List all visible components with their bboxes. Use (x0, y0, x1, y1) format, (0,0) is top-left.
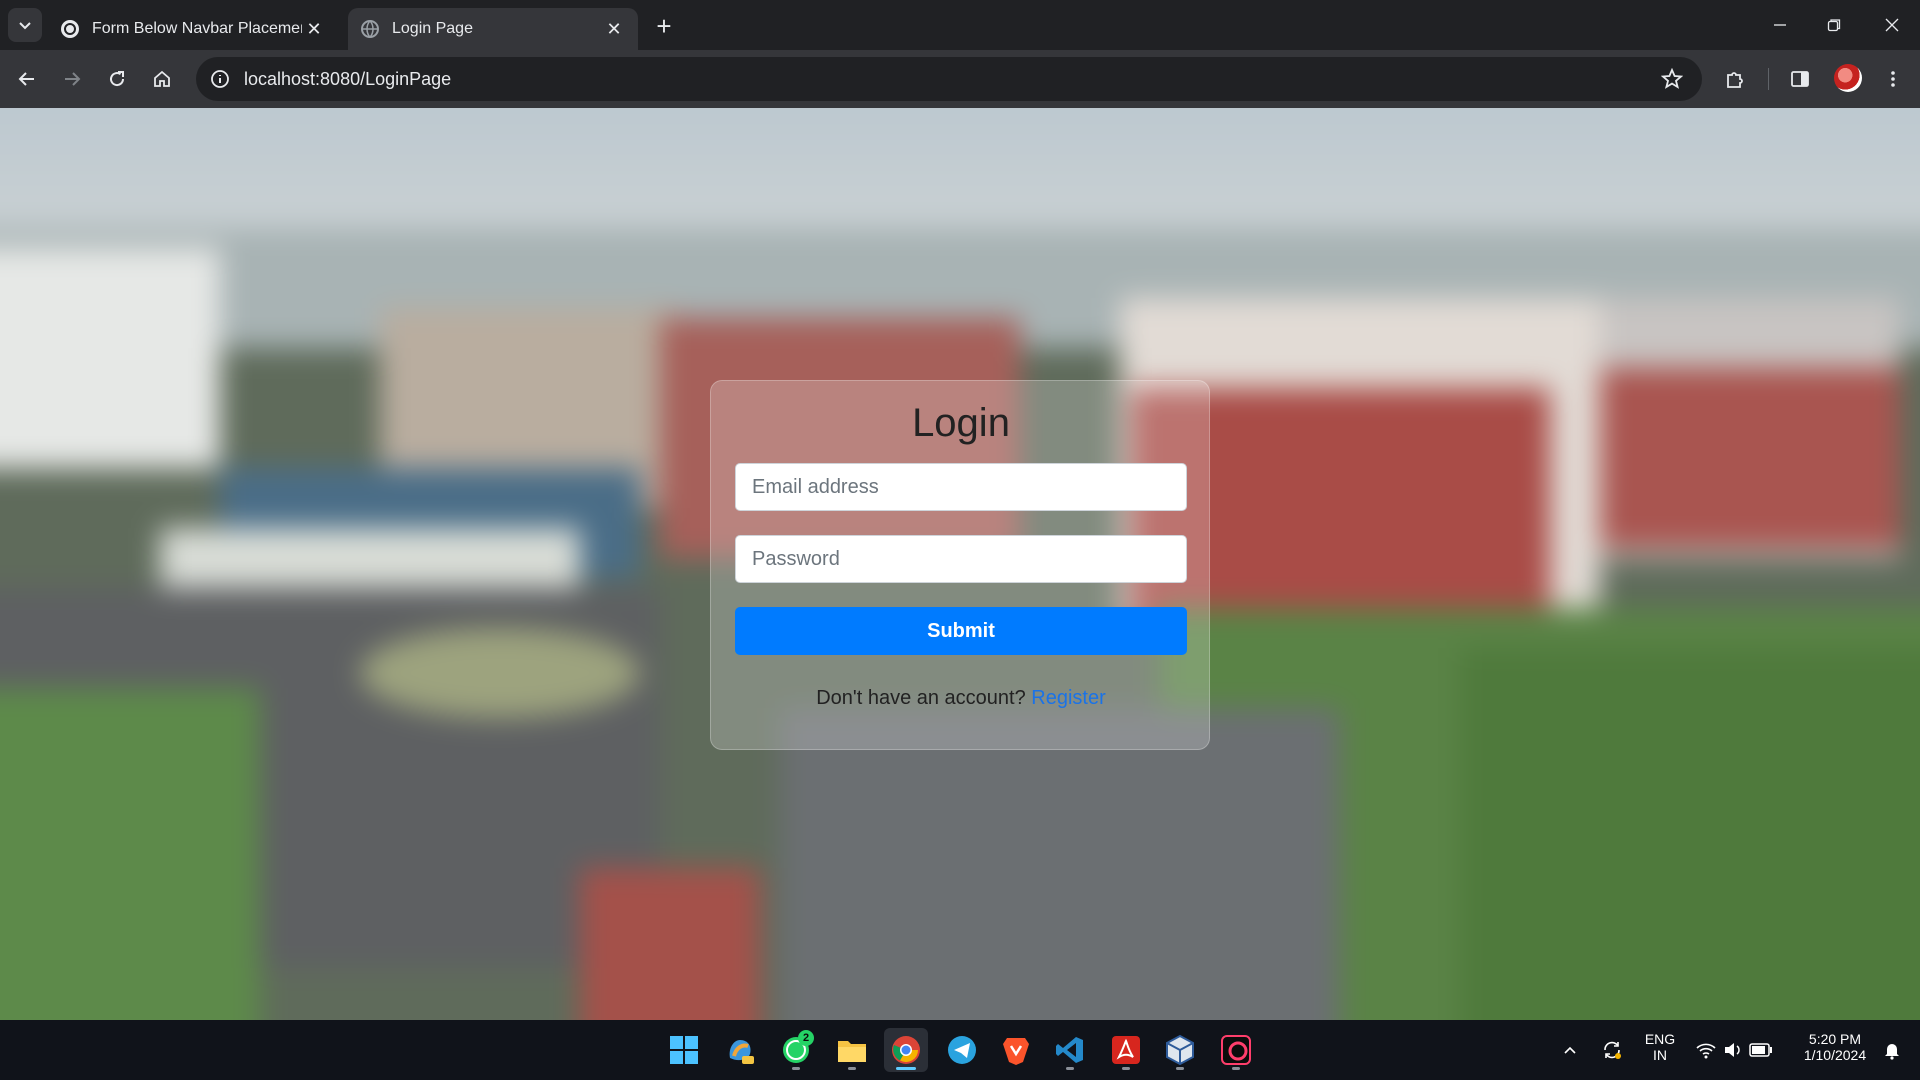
site-info-icon[interactable] (200, 59, 240, 99)
tab-title: Login Page (392, 20, 473, 37)
register-link[interactable]: Register (1031, 687, 1105, 709)
email-field[interactable] (735, 463, 1187, 511)
toolbar-separator (1768, 68, 1769, 90)
forward-button[interactable] (55, 62, 89, 96)
file-explorer-icon[interactable] (830, 1028, 874, 1072)
running-indicator (792, 1067, 800, 1070)
language-line2: IN (1653, 1047, 1667, 1063)
clock-date: 1/10/2024 (1803, 1047, 1867, 1063)
running-indicator (848, 1067, 856, 1070)
vscode-icon[interactable] (1048, 1028, 1092, 1072)
bookmark-star-icon[interactable] (1652, 59, 1692, 99)
password-field[interactable] (735, 535, 1187, 583)
register-prompt-text: Don't have an account? (816, 687, 1026, 709)
chrome-menu-button[interactable] (1876, 62, 1910, 96)
side-panel-button[interactable] (1783, 62, 1817, 96)
home-icon (154, 70, 170, 87)
login-card: Login Submit Don't have an account? Regi… (710, 380, 1210, 750)
tab-title: Form Below Navbar Placement (92, 20, 302, 37)
url-text[interactable]: localhost:8080/LoginPage (244, 69, 1652, 90)
running-indicator (1066, 1067, 1074, 1070)
reload-button[interactable] (100, 62, 134, 96)
close-window-button[interactable] (1864, 0, 1920, 50)
profile-avatar[interactable] (1834, 64, 1862, 92)
network-volume-battery[interactable] (1684, 1028, 1784, 1072)
address-bar[interactable]: localhost:8080/LoginPage (196, 57, 1702, 101)
brave-icon[interactable] (994, 1028, 1038, 1072)
browser-toolbar: localhost:8080/LoginPage (0, 50, 1920, 108)
volume-icon (1725, 1043, 1740, 1057)
language-line1: ENG (1644, 1031, 1676, 1047)
clock[interactable]: 5:20 PM 1/10/2024 (1790, 1031, 1880, 1063)
close-tab-icon[interactable]: ✕ (302, 17, 326, 41)
back-button[interactable] (10, 62, 44, 96)
tab-login-page[interactable]: Login Page ✕ (348, 8, 638, 50)
chatgpt-icon (60, 19, 80, 39)
chevron-down-icon (19, 22, 31, 30)
register-prompt-line: Don't have an account? Register (711, 687, 1211, 710)
globe-icon (360, 19, 380, 39)
forward-arrow-icon (65, 72, 81, 86)
close-icon (1885, 18, 1899, 32)
close-tab-icon[interactable]: ✕ (602, 17, 626, 41)
running-indicator (1122, 1067, 1130, 1070)
kebab-menu-icon (1891, 71, 1895, 87)
tab-form-below-navbar[interactable]: Form Below Navbar Placement ✕ (48, 8, 338, 50)
wifi-icon (1696, 1043, 1716, 1059)
submit-button[interactable]: Submit (735, 607, 1187, 655)
start-icon[interactable] (662, 1028, 706, 1072)
whatsapp-icon[interactable]: 2 (774, 1028, 818, 1072)
acrobat-icon[interactable] (1104, 1028, 1148, 1072)
minimize-button[interactable] (1752, 0, 1808, 50)
side-panel-icon (1791, 71, 1809, 87)
tray-overflow-chevron-icon[interactable] (1548, 1028, 1592, 1072)
active-indicator (896, 1067, 916, 1070)
virtualbox-icon[interactable] (1158, 1028, 1202, 1072)
battery-icon (1749, 1043, 1772, 1057)
minimize-icon (1774, 24, 1786, 26)
telegram-icon[interactable] (940, 1028, 984, 1072)
chrome-icon[interactable] (884, 1028, 928, 1072)
restore-icon (1827, 19, 1841, 32)
windows-taskbar: 2 ENG IN 5:20 PM 1/10/2024 (0, 1020, 1920, 1080)
tab-search-button[interactable] (8, 8, 42, 42)
extensions-button[interactable] (1718, 62, 1752, 96)
language-indicator[interactable]: ENG IN (1640, 1031, 1680, 1063)
sync-icon[interactable] (1590, 1028, 1634, 1072)
login-title: Login (912, 401, 1010, 445)
clock-time: 5:20 PM (1808, 1031, 1862, 1047)
back-arrow-icon (18, 72, 34, 86)
new-tab-button[interactable]: + (650, 11, 678, 41)
restore-button[interactable] (1806, 0, 1862, 50)
page-viewport: Login Submit Don't have an account? Regi… (0, 108, 1920, 1020)
running-indicator (1232, 1067, 1240, 1070)
app-icon[interactable] (1214, 1028, 1258, 1072)
notification-bell-icon[interactable] (1872, 1028, 1912, 1072)
whatsapp-badge: 2 (798, 1030, 814, 1046)
running-indicator (1176, 1067, 1184, 1070)
puzzle-icon (1727, 72, 1743, 88)
copilot-icon[interactable] (718, 1028, 762, 1072)
tab-strip: Form Below Navbar Placement ✕ Login Page… (0, 0, 1920, 50)
home-button[interactable] (145, 62, 179, 96)
reload-icon (110, 71, 125, 87)
